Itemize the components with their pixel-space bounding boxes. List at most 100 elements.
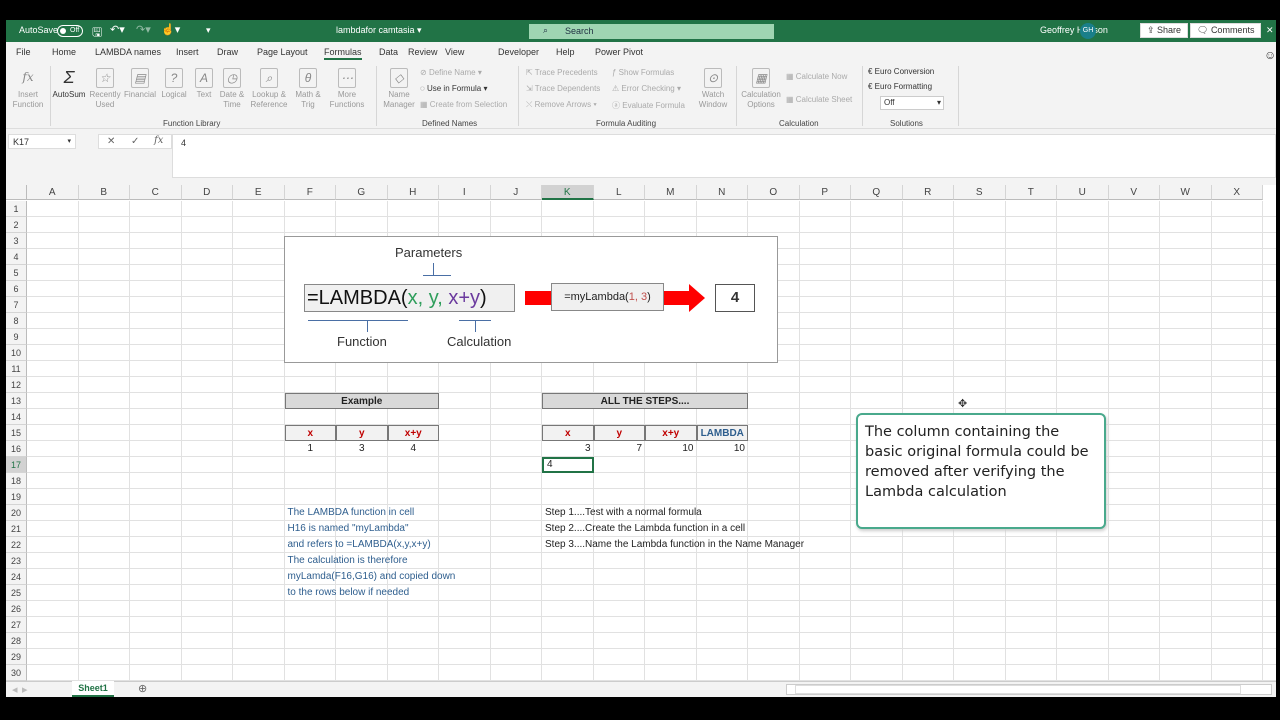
recently-used-button[interactable]: ☆ Recently Used bbox=[88, 68, 122, 110]
column-header-D[interactable]: D bbox=[181, 185, 233, 200]
remove-arrows-button[interactable]: ⤬ Remove Arrows ▾ bbox=[526, 100, 597, 110]
formula-input[interactable]: 4 bbox=[172, 134, 1276, 178]
tab-file[interactable]: File bbox=[16, 47, 31, 57]
steps-header-cell[interactable]: x bbox=[542, 425, 594, 441]
example-title[interactable]: Example bbox=[284, 393, 439, 409]
column-header-W[interactable]: W bbox=[1160, 185, 1212, 200]
selected-cell-k17[interactable]: 4 bbox=[542, 457, 594, 473]
avatar[interactable]: GH bbox=[1080, 23, 1096, 39]
step-line[interactable]: Step 2....Create the Lambda function in … bbox=[542, 521, 851, 537]
row-header-8[interactable]: 8 bbox=[6, 313, 27, 329]
column-header-T[interactable]: T bbox=[1005, 185, 1057, 200]
row-header-13[interactable]: 13 bbox=[6, 393, 27, 409]
column-header-I[interactable]: I bbox=[439, 185, 491, 200]
enter-icon[interactable]: ✓ bbox=[131, 136, 139, 147]
save-icon[interactable]: 🖫 bbox=[92, 23, 102, 44]
column-header-R[interactable]: R bbox=[902, 185, 954, 200]
column-header-J[interactable]: J bbox=[490, 185, 542, 200]
fx-icon[interactable]: fx bbox=[154, 135, 163, 146]
steps-value-cell[interactable]: 10 bbox=[645, 441, 697, 457]
row-header-26[interactable]: 26 bbox=[6, 601, 27, 617]
calculate-now-button[interactable]: ▦ Calculate Now bbox=[786, 72, 847, 81]
touch-mode-icon[interactable]: ☝▾ bbox=[161, 23, 180, 36]
evaluate-formula-button[interactable]: ⓐ Evaluate Formula bbox=[612, 100, 685, 111]
row-header-22[interactable]: 22 bbox=[6, 537, 27, 553]
prev-sheet-icon[interactable]: ◂ bbox=[12, 683, 18, 696]
row-header-6[interactable]: 6 bbox=[6, 281, 27, 297]
redo-icon[interactable]: ↷▾ bbox=[136, 23, 151, 36]
column-header-L[interactable]: L bbox=[593, 185, 645, 200]
create-from-selection-button[interactable]: ▦ Create from Selection bbox=[420, 100, 507, 109]
row-header-10[interactable]: 10 bbox=[6, 345, 27, 361]
note-line[interactable]: The calculation is therefore bbox=[285, 553, 491, 569]
column-header-O[interactable]: O bbox=[748, 185, 800, 200]
steps-header-cell[interactable]: x+y bbox=[645, 425, 697, 441]
next-sheet-icon[interactable]: ▸ bbox=[22, 683, 28, 696]
tab-view[interactable]: View bbox=[445, 47, 464, 57]
logical-button[interactable]: ? Logical bbox=[158, 68, 190, 100]
trace-precedents-button[interactable]: ⇱ Trace Precedents bbox=[526, 68, 598, 77]
example-value-cell[interactable]: 3 bbox=[336, 441, 388, 457]
undo-icon[interactable]: ↶▾ bbox=[110, 23, 125, 36]
worksheet-grid[interactable]: A B C D E F G H I J K L M N O P Q R S T U V W X 1 2 3 4 5 6 7 8 9 10 11 12 1… bbox=[6, 185, 1276, 681]
column-header-S[interactable]: S bbox=[954, 185, 1006, 200]
column-header-X[interactable]: X bbox=[1211, 185, 1263, 200]
column-header-P[interactable]: P bbox=[799, 185, 851, 200]
tab-data[interactable]: Data bbox=[379, 47, 398, 57]
tab-home[interactable]: Home bbox=[52, 47, 76, 57]
smiley-icon[interactable]: ☺ bbox=[1264, 48, 1276, 62]
tab-page-layout[interactable]: Page Layout bbox=[257, 47, 308, 57]
file-name[interactable]: lambdafor camtasia ▾ bbox=[336, 25, 422, 36]
row-header-16[interactable]: 16 bbox=[6, 441, 27, 457]
customize-qat-icon[interactable]: ▾ bbox=[206, 25, 211, 36]
insert-function-button[interactable]: fx Insert Function bbox=[10, 68, 46, 110]
tab-power-pivot[interactable]: Power Pivot bbox=[595, 47, 643, 57]
row-header-12[interactable]: 12 bbox=[6, 377, 27, 393]
text-button[interactable]: A Text bbox=[190, 68, 218, 100]
row-header-3[interactable]: 3 bbox=[6, 233, 27, 249]
row-header-19[interactable]: 19 bbox=[6, 489, 27, 505]
tab-developer[interactable]: Developer bbox=[498, 47, 539, 57]
column-header-C[interactable]: C bbox=[130, 185, 182, 200]
row-header-9[interactable]: 9 bbox=[6, 329, 27, 345]
row-header-5[interactable]: 5 bbox=[6, 265, 27, 281]
name-box[interactable]: K17 ▾ bbox=[8, 134, 76, 149]
column-header-E[interactable]: E bbox=[233, 185, 285, 200]
example-header-cell[interactable]: x bbox=[284, 425, 336, 441]
example-value-cell[interactable]: 4 bbox=[388, 441, 440, 457]
math-trig-button[interactable]: θ Math & Trig bbox=[292, 68, 324, 110]
column-header-H[interactable]: H bbox=[387, 185, 439, 200]
row-header-18[interactable]: 18 bbox=[6, 473, 27, 489]
column-header-F[interactable]: F bbox=[284, 185, 336, 200]
column-header-N[interactable]: N bbox=[696, 185, 748, 200]
column-header-U[interactable]: U bbox=[1057, 185, 1109, 200]
row-header-14[interactable]: 14 bbox=[6, 409, 27, 425]
row-header-4[interactable]: 4 bbox=[6, 249, 27, 265]
step-line[interactable]: Step 3....Name the Lambda function in th… bbox=[542, 537, 851, 553]
lookup-reference-button[interactable]: ⌕ Lookup & Reference bbox=[248, 68, 290, 110]
close-icon[interactable]: ✕ bbox=[1266, 25, 1274, 36]
column-header-A[interactable]: A bbox=[27, 185, 79, 200]
row-header-24[interactable]: 24 bbox=[6, 569, 27, 585]
horizontal-scrollbar[interactable] bbox=[786, 684, 1272, 695]
cancel-icon[interactable]: ✕ bbox=[107, 136, 115, 147]
row-header-25[interactable]: 25 bbox=[6, 585, 27, 601]
select-all-button[interactable] bbox=[6, 185, 27, 200]
tab-review[interactable]: Review bbox=[408, 47, 438, 57]
row-header-2[interactable]: 2 bbox=[6, 217, 27, 233]
row-header-27[interactable]: 27 bbox=[6, 617, 27, 633]
steps-header-cell[interactable]: LAMBDA bbox=[696, 425, 748, 441]
tab-formulas[interactable]: Formulas bbox=[324, 47, 362, 60]
example-header-cell[interactable]: y bbox=[336, 425, 388, 441]
user-name[interactable]: Geoffrey Hudson bbox=[1040, 25, 1108, 35]
autosum-button[interactable]: Σ AutoSum bbox=[52, 68, 86, 100]
scrollbar-thumb[interactable] bbox=[795, 685, 1241, 694]
column-header-Q[interactable]: Q bbox=[851, 185, 903, 200]
search-box[interactable]: ⌕ Search bbox=[529, 24, 774, 39]
column-header-K[interactable]: K bbox=[542, 185, 594, 200]
steps-header-cell[interactable]: y bbox=[593, 425, 645, 441]
column-header-B[interactable]: B bbox=[78, 185, 130, 200]
note-line[interactable]: myLamda(F16,G16) and copied down bbox=[285, 569, 491, 585]
row-header-29[interactable]: 29 bbox=[6, 649, 27, 665]
note-line[interactable]: to the rows below if needed bbox=[285, 585, 491, 601]
